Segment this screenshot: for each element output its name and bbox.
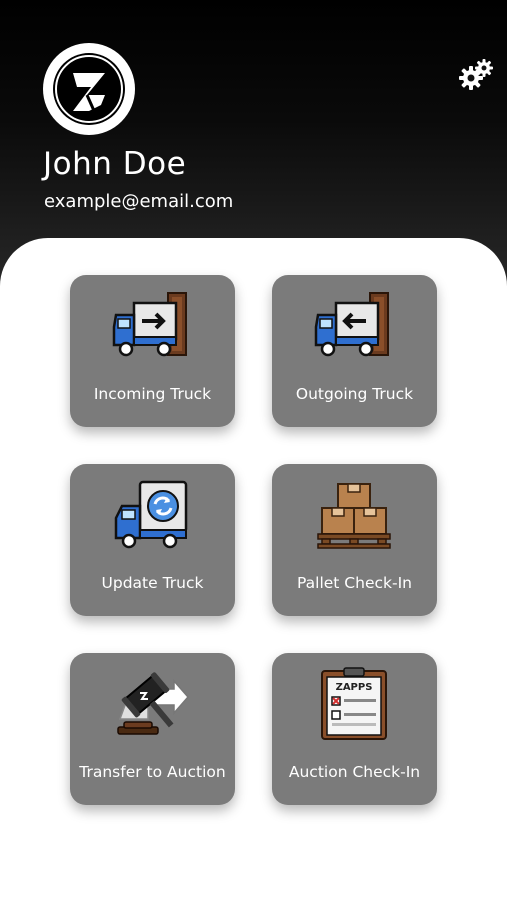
update-truck-button[interactable]: Update Truck bbox=[70, 464, 235, 616]
transfer-to-auction-button[interactable]: Transfer to Auction bbox=[70, 653, 235, 805]
outgoing-truck-label: Outgoing Truck bbox=[295, 385, 414, 403]
gear-icon[interactable] bbox=[458, 58, 494, 92]
pallet-check-in-button[interactable]: Pallet Check-In bbox=[272, 464, 437, 616]
incoming-truck-icon bbox=[112, 292, 187, 357]
incoming-truck-button[interactable]: Incoming Truck bbox=[70, 275, 235, 427]
user-email: example@email.com bbox=[44, 191, 234, 212]
pallet-boxes-icon bbox=[317, 483, 391, 549]
zapps-logo bbox=[43, 43, 135, 135]
transfer-to-auction-label: Transfer to Auction bbox=[79, 763, 226, 781]
pallet-check-in-label: Pallet Check-In bbox=[297, 574, 412, 592]
auction-check-in-label: Auction Check-In bbox=[288, 763, 421, 781]
outgoing-truck-button[interactable]: Outgoing Truck bbox=[272, 275, 437, 427]
auction-gavel-icon bbox=[117, 672, 189, 735]
clipboard-text: ZAPPS bbox=[336, 682, 373, 693]
auction-check-in-button[interactable]: ZAPPS Auction Check-In bbox=[272, 653, 437, 805]
update-truck-label: Update Truck bbox=[101, 574, 204, 592]
incoming-truck-label: Incoming Truck bbox=[93, 385, 212, 403]
update-truck-icon bbox=[114, 480, 188, 549]
clipboard-checklist-icon: ZAPPS bbox=[321, 667, 387, 740]
user-name: John Doe bbox=[43, 146, 187, 182]
outgoing-truck-icon bbox=[314, 292, 389, 357]
